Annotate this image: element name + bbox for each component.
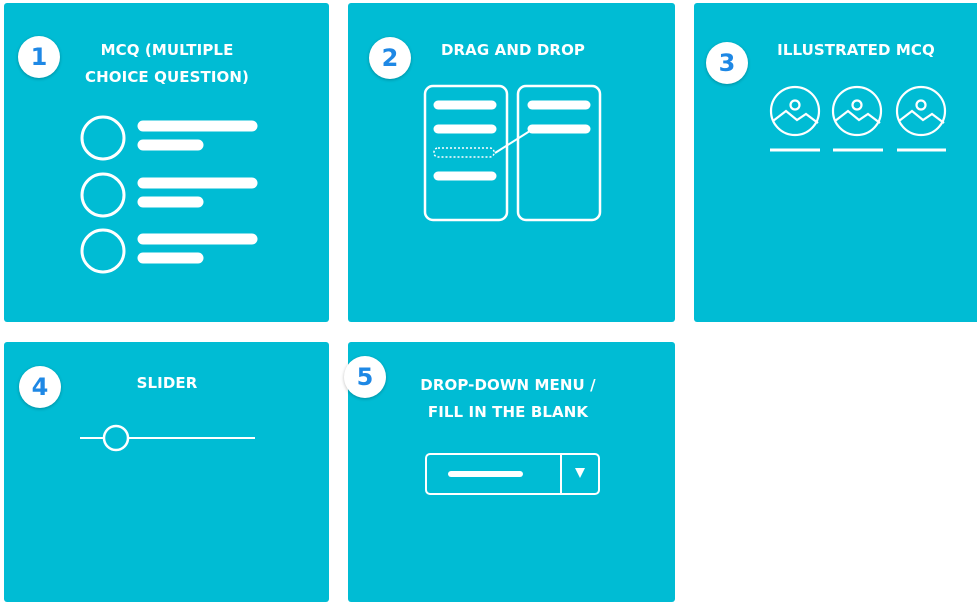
- slider-illustration-icon: [80, 424, 255, 452]
- question-type-tile-dropdown[interactable]: 5 DROP-DOWN MENU / FILL IN THE BLANK: [344, 342, 675, 602]
- drag-and-drop-illustration-icon: [423, 84, 602, 222]
- question-type-tile-mcq[interactable]: 1 MCQ (MULTIPLE CHOICE QUESTION): [4, 3, 329, 322]
- question-type-tile-drag-and-drop[interactable]: 2 DRAG AND DROP: [348, 3, 675, 322]
- illustrated-mcq-illustration-icon: [769, 85, 947, 152]
- question-type-tile-illustrated-mcq[interactable]: 3 ILLUSTRATED MCQ: [694, 3, 977, 322]
- dropdown-illustration-icon: [425, 453, 600, 495]
- question-type-tile-slider[interactable]: 4 SLIDER: [4, 342, 329, 602]
- mcq-illustration-icon: [80, 115, 258, 274]
